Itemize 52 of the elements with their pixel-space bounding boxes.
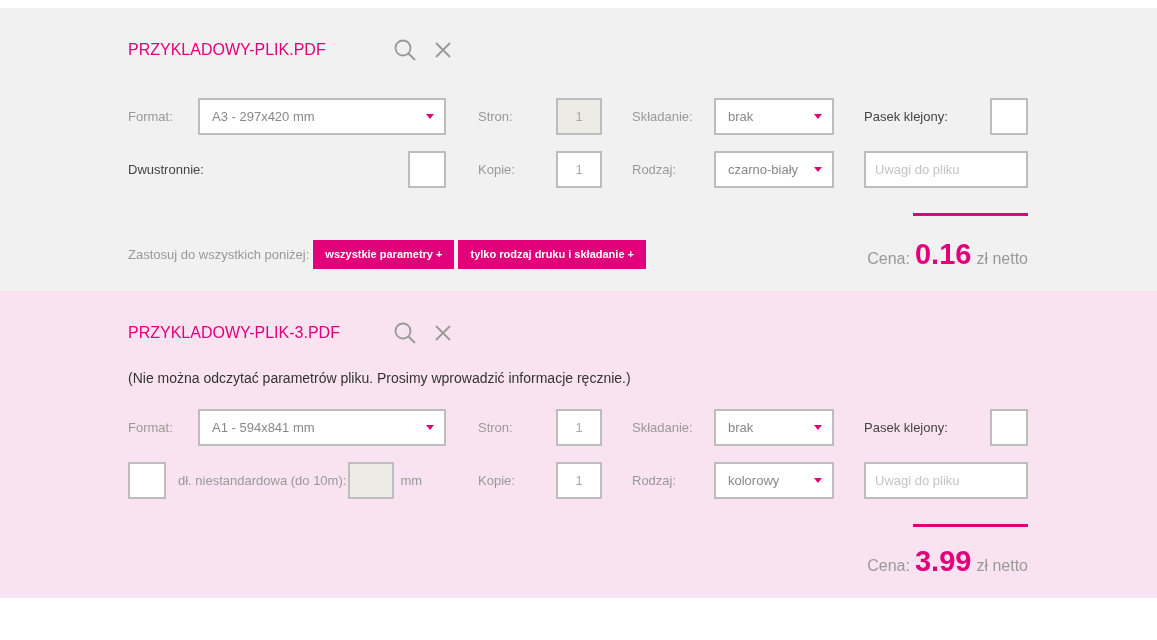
caret-icon (426, 425, 434, 430)
close-icon[interactable] (435, 325, 451, 341)
format-select[interactable]: A1 - 594x841 mm (198, 409, 446, 446)
caret-icon (814, 167, 822, 172)
pages-input[interactable]: 1 (556, 409, 602, 446)
caret-icon (814, 425, 822, 430)
copies-input[interactable]: 1 (556, 462, 602, 499)
format-label: Format: (128, 418, 174, 437)
file-name: PRZYKLADOWY-PLIK.PDF (128, 40, 327, 60)
pages-label: Stron: (478, 107, 514, 126)
close-icon[interactable] (435, 42, 451, 58)
folding-select[interactable]: brak (714, 409, 834, 446)
unit-label: mm (400, 471, 423, 490)
duplex-checkbox[interactable] (408, 151, 446, 188)
file-name: PRZYKLADOWY-PLIK-3.PDF (128, 323, 341, 343)
custom-length-label: dł. niestandardowa (do 10m): (178, 471, 347, 490)
folding-label: Składanie: (632, 418, 694, 437)
print-type-label: Rodzaj: (632, 160, 678, 179)
print-type-select[interactable]: czarno-biały (714, 151, 834, 188)
copies-label: Kopie: (478, 160, 516, 179)
search-icon[interactable] (394, 322, 416, 344)
caret-icon (426, 114, 434, 119)
price-label: Cena: (867, 556, 910, 576)
format-label: Format: (128, 107, 174, 126)
caret-icon (814, 478, 822, 483)
duplex-label: Dwustronnie: (128, 160, 204, 179)
copies-input[interactable]: 1 (556, 151, 602, 188)
apply-label: Zastosuj do wszystkich poniżej: (128, 245, 310, 264)
pages-label: Stron: (478, 418, 514, 437)
format-select[interactable]: A3 - 297x420 mm (198, 98, 446, 135)
price-amount: 0.16 (914, 240, 972, 269)
folding-select[interactable]: brak (714, 98, 834, 135)
print-type-label: Rodzaj: (632, 471, 678, 490)
apply-button[interactable]: tylko rodzaj druku i składanie + (458, 240, 646, 269)
price-unit: zł netto (976, 556, 1028, 576)
apply-button[interactable]: wszystkie parametry + (313, 240, 455, 269)
custom-length-checkbox[interactable] (128, 462, 166, 499)
copies-label: Kopie: (478, 471, 516, 490)
print-type-select[interactable]: kolorowy (714, 462, 834, 499)
search-icon[interactable] (394, 39, 416, 61)
file-message: (Nie można odczytać parametrów pliku. Prosimy wprowadzić informacje ręcznie.) (128, 369, 632, 388)
glued-strip-label: Pasek klejony: (864, 107, 949, 126)
caret-icon (814, 114, 822, 119)
glued-strip-checkbox[interactable] (990, 98, 1028, 135)
glued-strip-checkbox[interactable] (990, 409, 1028, 446)
price-amount: 3.99 (914, 547, 972, 576)
glued-strip-label: Pasek klejony: (864, 418, 949, 437)
price-label: Cena: (867, 249, 910, 269)
price-unit: zł netto (976, 249, 1028, 269)
folding-label: Składanie: (632, 107, 694, 126)
notes-input[interactable]: Uwagi do pliku (864, 462, 1028, 499)
notes-input[interactable]: Uwagi do pliku (864, 151, 1028, 188)
